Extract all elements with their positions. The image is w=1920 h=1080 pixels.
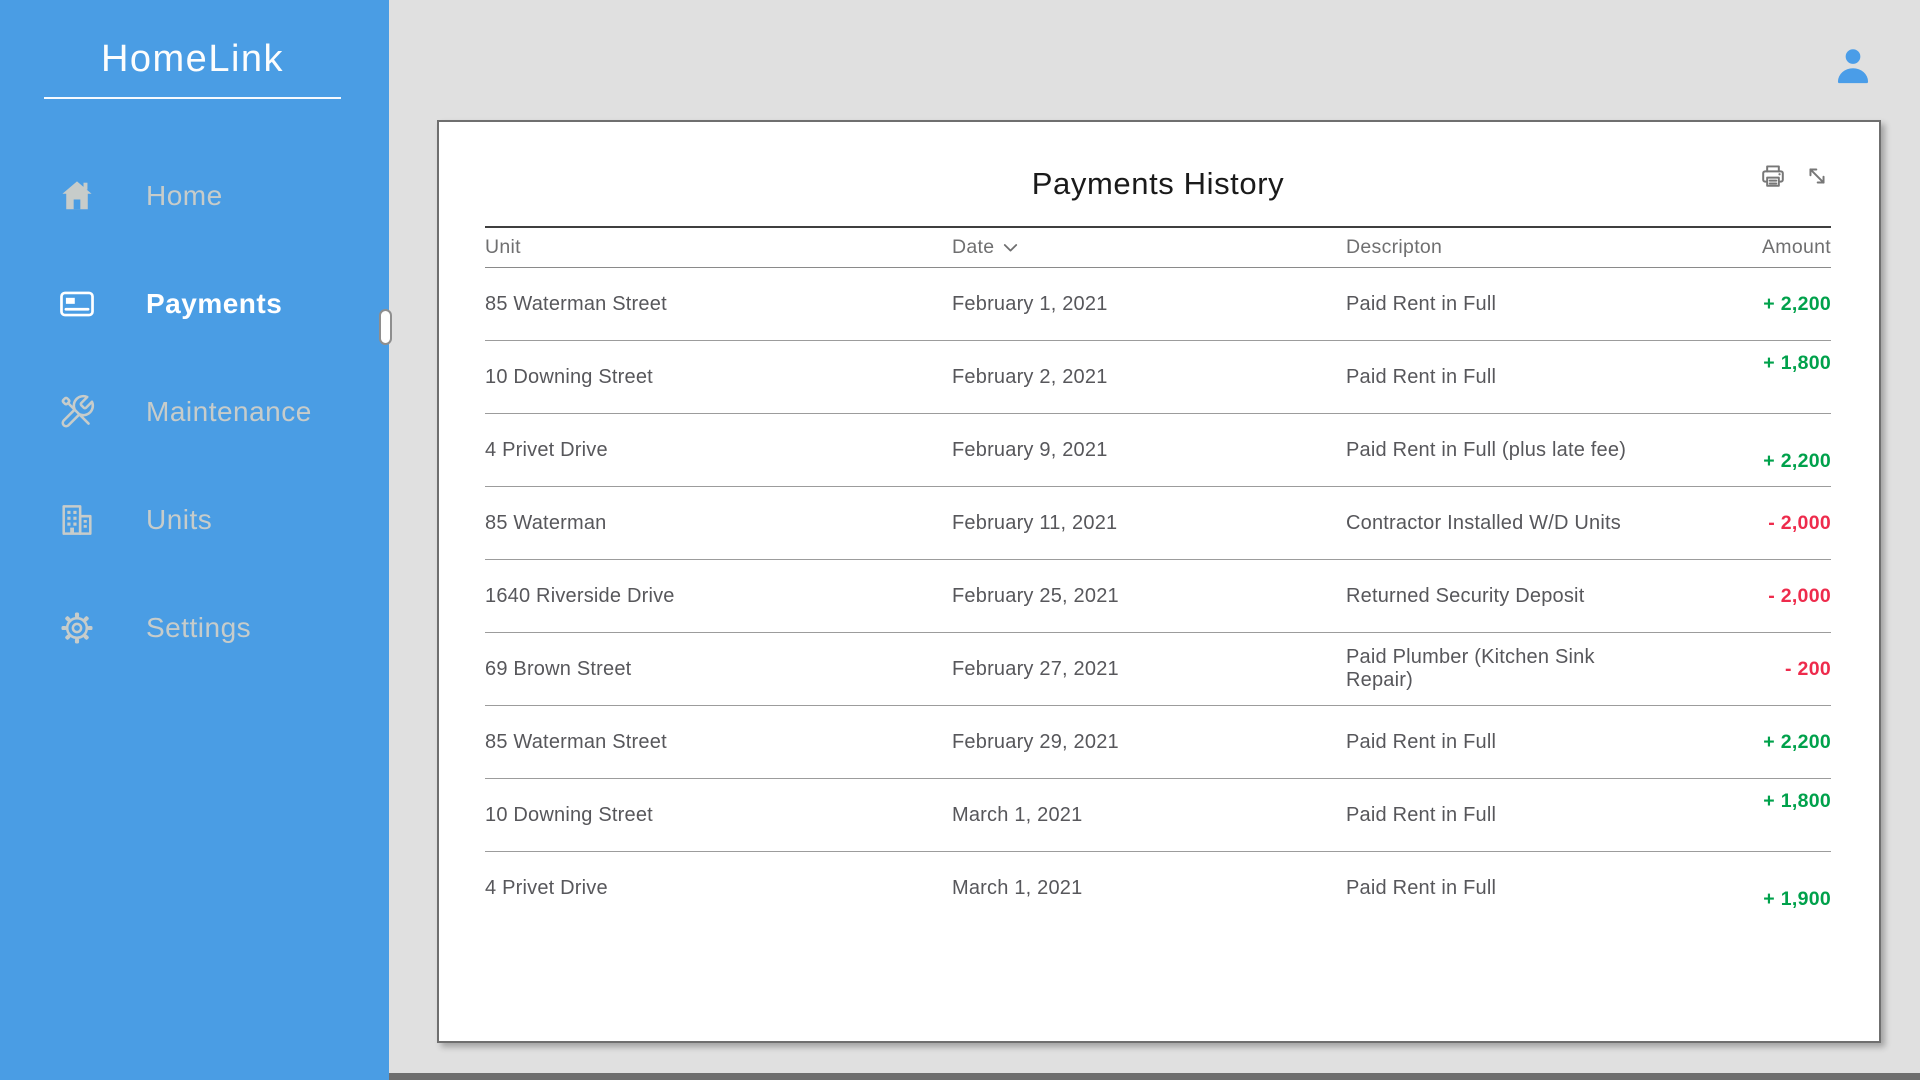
column-header-description: Descripton xyxy=(1346,236,1656,259)
cell-amount: + 2,200 xyxy=(1656,450,1831,473)
cell-amount: - 200 xyxy=(1656,658,1831,681)
cell-unit: 4 Privet Drive xyxy=(485,439,952,462)
cell-description: Paid Rent in Full xyxy=(1346,731,1656,754)
cell-date: February 29, 2021 xyxy=(952,731,1346,754)
sidebar-item-label: Home xyxy=(146,180,223,212)
cell-amount: + 1,900 xyxy=(1656,888,1831,911)
cell-description: Paid Rent in Full (plus late fee) xyxy=(1346,439,1656,462)
sidebar-item-home[interactable]: Home xyxy=(0,171,389,221)
table-header-row: Unit Date Descripton Amount xyxy=(485,228,1831,268)
cell-date: March 1, 2021 xyxy=(952,877,1346,900)
home-icon xyxy=(58,177,96,215)
cell-unit: 4 Privet Drive xyxy=(485,877,952,900)
cell-description: Paid Rent in Full xyxy=(1346,293,1656,316)
table-row: 4 Privet Drive February 9, 2021 Paid Ren… xyxy=(485,414,1831,487)
column-header-date[interactable]: Date xyxy=(952,236,1346,259)
cell-amount: + 1,800 xyxy=(1656,352,1831,375)
cell-unit: 85 Waterman xyxy=(485,512,952,535)
panel-header: Payments History xyxy=(485,122,1831,226)
table-row: 10 Downing Street February 2, 2021 Paid … xyxy=(485,341,1831,414)
sidebar-item-units[interactable]: Units xyxy=(0,495,389,545)
cell-date: February 25, 2021 xyxy=(952,585,1346,608)
table-row: 69 Brown Street February 27, 2021 Paid P… xyxy=(485,633,1831,706)
cell-description: Paid Rent in Full xyxy=(1346,804,1656,827)
sidebar-item-label: Payments xyxy=(146,288,282,320)
cell-description: Returned Security Deposit xyxy=(1346,585,1656,608)
cell-amount: - 2,000 xyxy=(1656,512,1831,535)
cell-date: February 9, 2021 xyxy=(952,439,1346,462)
cell-amount: + 2,200 xyxy=(1656,293,1831,316)
panel-title: Payments History xyxy=(485,166,1831,202)
table-row: 1640 Riverside Drive February 25, 2021 R… xyxy=(485,560,1831,633)
cell-date: February 27, 2021 xyxy=(952,658,1346,681)
cell-amount: + 1,800 xyxy=(1656,790,1831,813)
column-header-date-label: Date xyxy=(952,236,994,259)
panel-toolbar xyxy=(1759,162,1831,190)
cell-date: February 1, 2021 xyxy=(952,293,1346,316)
column-header-unit: Unit xyxy=(485,236,952,259)
cell-amount: + 2,200 xyxy=(1656,731,1831,754)
table-body: 85 Waterman Street February 1, 2021 Paid… xyxy=(485,268,1831,924)
person-icon[interactable] xyxy=(1832,44,1874,88)
cell-unit: 1640 Riverside Drive xyxy=(485,585,952,608)
sidebar: HomeLink Home Payments xyxy=(0,0,389,1080)
sidebar-scrollbar-pill[interactable] xyxy=(379,309,392,345)
credit-card-icon xyxy=(58,285,96,323)
expand-icon[interactable] xyxy=(1803,162,1831,190)
chevron-down-icon xyxy=(1003,243,1018,253)
tools-icon xyxy=(58,393,96,431)
cell-date: March 1, 2021 xyxy=(952,804,1346,827)
table-row: 4 Privet Drive March 1, 2021 Paid Rent i… xyxy=(485,852,1831,924)
cell-unit: 85 Waterman Street xyxy=(485,731,952,754)
sidebar-item-label: Units xyxy=(146,504,212,536)
sidebar-item-maintenance[interactable]: Maintenance xyxy=(0,387,389,437)
table-row: 85 Waterman Street February 29, 2021 Pai… xyxy=(485,706,1831,779)
cell-description: Contractor Installed W/D Units xyxy=(1346,512,1656,535)
cell-unit: 69 Brown Street xyxy=(485,658,952,681)
sidebar-item-settings[interactable]: Settings xyxy=(0,603,389,653)
table-row: 10 Downing Street March 1, 2021 Paid Ren… xyxy=(485,779,1831,852)
sidebar-item-label: Settings xyxy=(146,612,251,644)
app-title: HomeLink xyxy=(44,38,341,81)
sidebar-item-label: Maintenance xyxy=(146,396,312,428)
sidebar-item-payments[interactable]: Payments xyxy=(0,279,389,329)
cell-date: February 11, 2021 xyxy=(952,512,1346,535)
payments-history-panel: Payments History xyxy=(437,120,1881,1043)
gear-icon xyxy=(58,609,96,647)
column-header-amount: Amount xyxy=(1656,236,1831,259)
cell-unit: 85 Waterman Street xyxy=(485,293,952,316)
cell-amount: - 2,000 xyxy=(1656,585,1831,608)
table-row: 85 Waterman Street February 1, 2021 Paid… xyxy=(485,268,1831,341)
cell-description: Paid Plumber (Kitchen Sink Repair) xyxy=(1346,646,1656,692)
building-icon xyxy=(58,501,96,539)
cell-description: Paid Rent in Full xyxy=(1346,877,1656,900)
cell-date: February 2, 2021 xyxy=(952,366,1346,389)
cell-description: Paid Rent in Full xyxy=(1346,366,1656,389)
sidebar-nav: Home Payments Maintenance xyxy=(0,99,389,653)
cell-unit: 10 Downing Street xyxy=(485,804,952,827)
window-bottom-edge xyxy=(389,1073,1920,1080)
table-row: 85 Waterman February 11, 2021 Contractor… xyxy=(485,487,1831,560)
cell-unit: 10 Downing Street xyxy=(485,366,952,389)
printer-icon[interactable] xyxy=(1759,162,1787,190)
